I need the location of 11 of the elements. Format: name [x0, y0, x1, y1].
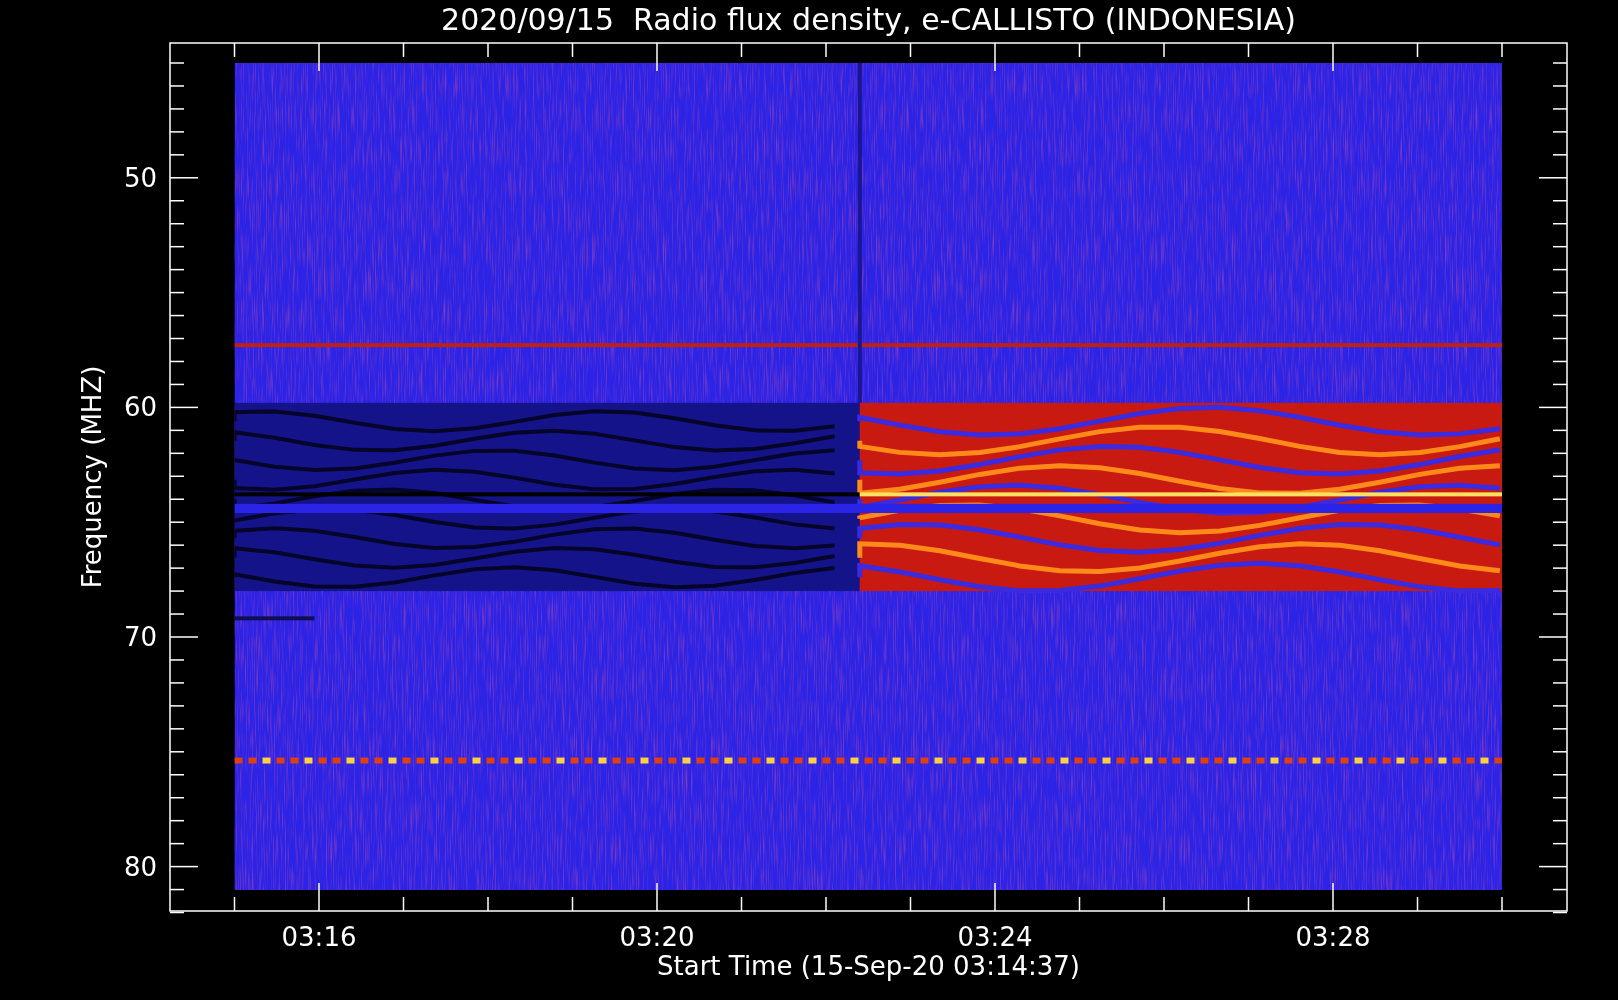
- axis-label: Frequency (MHZ): [77, 365, 107, 589]
- tick-label: 03:24: [957, 922, 1033, 952]
- tick-label: 03:28: [1295, 922, 1371, 952]
- tick-label: 03:16: [281, 922, 357, 952]
- axis-label: Start Time (15-Sep-20 03:14:37): [657, 951, 1080, 981]
- tick-label: 03:20: [619, 922, 695, 952]
- tick-label: 50: [123, 162, 157, 193]
- tick-label: 60: [123, 392, 157, 423]
- tick-label: 70: [123, 622, 157, 652]
- tick-label: 80: [123, 851, 157, 882]
- chart-title: 2020/09/15 Radio flux density, e-CALLISTO (INDONESIA): [441, 2, 1296, 37]
